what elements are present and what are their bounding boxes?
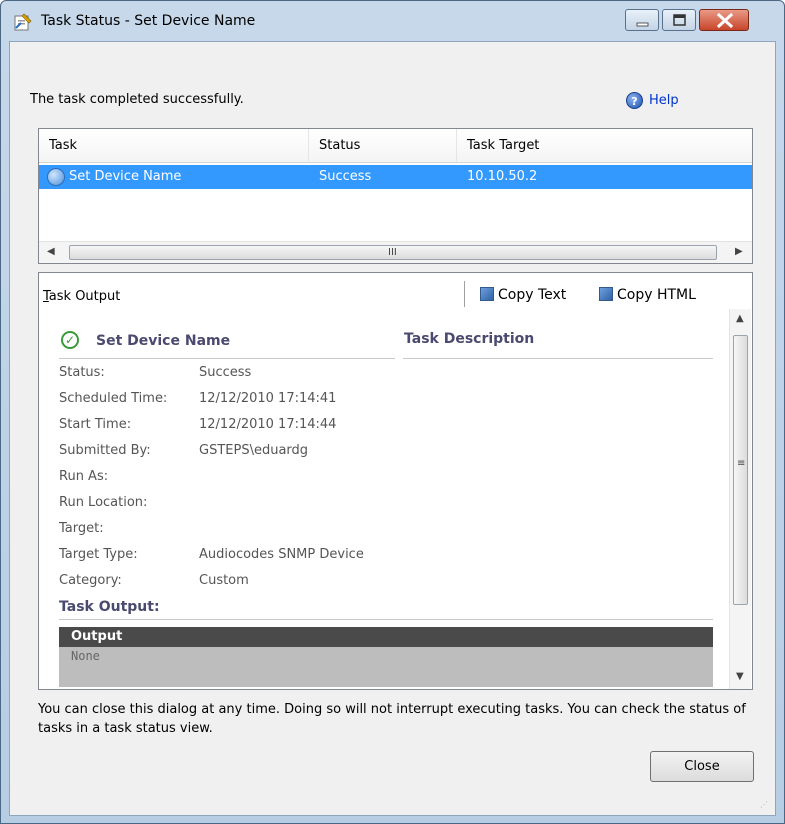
column-header-task-target[interactable]: Task Target	[457, 129, 752, 162]
output-value: None	[71, 649, 100, 663]
window-close-button[interactable]	[699, 9, 749, 31]
column-header-task[interactable]: Task	[39, 129, 309, 162]
column-header-status[interactable]: Status	[309, 129, 457, 162]
cell-task-target: 10.10.50.2	[467, 169, 538, 184]
title-divider	[59, 358, 395, 359]
scroll-down-icon[interactable]: ▼	[736, 671, 744, 682]
copy-text-button[interactable]: Copy Text	[480, 287, 566, 303]
footer-note: You can close this dialog at any time. D…	[38, 702, 746, 736]
field-value: Audiocodes SNMP Device	[199, 547, 364, 562]
task-report[interactable]: ✓ Set Device Name Task Description Statu…	[51, 321, 713, 687]
success-check-icon: ✓	[61, 331, 79, 349]
close-button[interactable]: Close	[650, 751, 754, 782]
field-label: Run As:	[59, 469, 109, 484]
output-table-header: Output	[59, 627, 713, 647]
toolbar-separator	[464, 281, 465, 307]
task-output-label: Task Output	[43, 289, 121, 304]
vertical-scroll-thumb[interactable]: ≡	[733, 335, 748, 605]
output-divider	[59, 619, 713, 620]
field-label: Target:	[59, 521, 104, 536]
field-value: 12/12/2010 17:14:41	[199, 391, 337, 406]
field-label: Start Time:	[59, 417, 132, 432]
copy-html-button[interactable]: Copy HTML	[599, 287, 696, 303]
task-output-heading: Task Output:	[59, 599, 160, 615]
task-window-icon	[14, 13, 32, 31]
field-label: Run Location:	[59, 495, 148, 510]
minimize-icon	[636, 22, 649, 27]
table-row[interactable]: Set Device Name Success 10.10.50.2	[39, 165, 752, 189]
status-message: The task completed successfully.	[30, 92, 244, 107]
field-value: Custom	[199, 573, 249, 588]
help-icon: ?	[626, 92, 643, 109]
header-divider	[39, 162, 752, 163]
field-label: Submitted By:	[59, 443, 151, 458]
cell-status: Success	[319, 169, 372, 184]
scroll-grip: ≡	[737, 458, 746, 469]
resize-grip-icon[interactable]: ⋰	[760, 800, 768, 809]
maximize-icon	[673, 14, 686, 26]
scroll-up-icon[interactable]: ▲	[736, 313, 744, 324]
close-icon	[716, 12, 734, 29]
output-table: Output None	[59, 627, 713, 687]
copy-text-label: Copy Text	[498, 287, 567, 303]
horizontal-scroll-thumb[interactable]: III	[69, 245, 717, 260]
help-label[interactable]: Help	[649, 93, 679, 108]
field-value: Success	[199, 365, 252, 380]
copy-icon	[599, 287, 613, 301]
field-label: Status:	[59, 365, 105, 380]
horizontal-scrollbar[interactable]: ◀ III ▶	[39, 241, 752, 263]
title-bar[interactable]: Task Status - Set Device Name	[1, 1, 784, 41]
scroll-right-icon[interactable]: ▶	[735, 246, 743, 257]
field-label: Scheduled Time:	[59, 391, 168, 406]
field-value: GSTEPS\eduardg	[199, 443, 309, 458]
task-status-icon	[47, 168, 65, 186]
help-link[interactable]: ? Help	[626, 92, 679, 109]
copy-icon	[480, 287, 494, 301]
window-title: Task Status - Set Device Name	[41, 13, 256, 29]
field-label: Category:	[59, 573, 122, 588]
task-list[interactable]: Task Status Task Target Set Device Name …	[38, 128, 753, 264]
copy-html-label: Copy HTML	[617, 287, 696, 303]
minimize-button[interactable]	[625, 9, 659, 31]
task-description-heading: Task Description	[404, 331, 535, 347]
scroll-grip: III	[388, 247, 397, 258]
maximize-button[interactable]	[662, 9, 696, 31]
scroll-left-icon[interactable]: ◀	[47, 246, 55, 257]
vertical-scrollbar[interactable]: ▲ ≡ ▼	[729, 309, 751, 689]
task-output-panel: Task Output Copy Text Copy HTML ✓ Set De…	[38, 272, 753, 690]
description-divider	[403, 358, 713, 359]
report-title: Set Device Name	[96, 333, 231, 349]
task-output-label-rest: ask Output	[48, 289, 121, 304]
field-label: Target Type:	[59, 547, 138, 562]
field-value: 12/12/2010 17:14:44	[199, 417, 337, 432]
cell-task: Set Device Name	[69, 169, 182, 184]
